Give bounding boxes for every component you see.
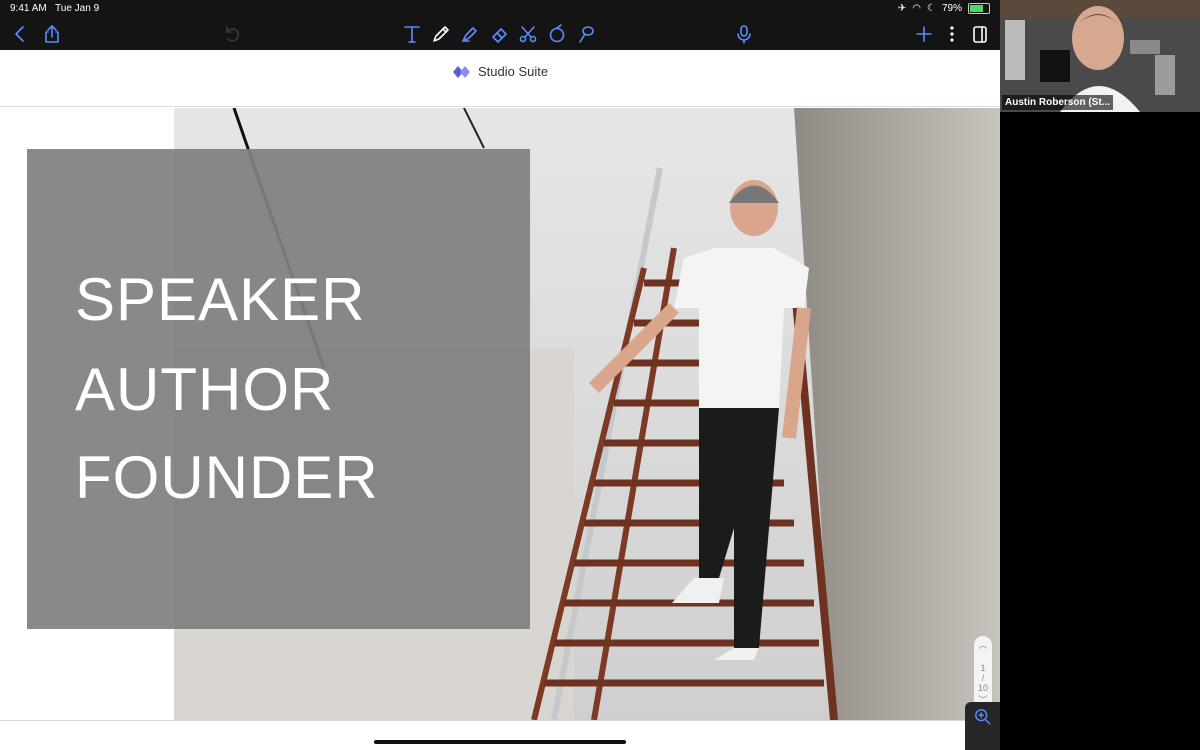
title-line-speaker: SPEAKER bbox=[75, 266, 366, 333]
studio-suite-logo-icon bbox=[453, 65, 470, 78]
brand: Studio Suite bbox=[452, 64, 548, 79]
toolbar bbox=[0, 18, 1000, 50]
more-icon bbox=[950, 26, 954, 42]
status-time: 9:41 AM bbox=[10, 3, 47, 14]
participant-video[interactable]: Austin Roberson (St... bbox=[1000, 0, 1200, 112]
slide[interactable]: SPEAKER AUTHOR FOUNDER bbox=[0, 108, 1000, 721]
share-button[interactable] bbox=[40, 22, 64, 46]
title-line-author: AUTHOR bbox=[75, 356, 335, 423]
page-up-icon[interactable]: ︿ bbox=[974, 638, 992, 651]
shapes-button[interactable] bbox=[545, 22, 569, 46]
battery-icon bbox=[968, 3, 990, 14]
highlighter-icon bbox=[462, 27, 477, 42]
pen-tool-button[interactable] bbox=[429, 22, 453, 46]
brand-name: Studio Suite bbox=[478, 64, 549, 79]
airplane-icon: ✈ bbox=[897, 3, 907, 14]
shapes-icon bbox=[549, 24, 565, 43]
eraser-icon bbox=[492, 28, 507, 43]
title-line-founder: FOUNDER bbox=[75, 444, 379, 511]
status-date: Tue Jan 9 bbox=[55, 3, 100, 14]
battery-percent: 79% bbox=[941, 3, 962, 14]
highlighter-button[interactable] bbox=[458, 22, 482, 46]
document-header: Studio Suite bbox=[0, 50, 1000, 107]
text-tool-button[interactable] bbox=[400, 22, 424, 46]
zoom-button[interactable] bbox=[965, 702, 1000, 750]
microphone-button[interactable] bbox=[732, 22, 756, 46]
status-bar: 9:41 AM Tue Jan 9 ✈ ◠ ☾ 79% bbox=[0, 0, 1000, 18]
share-icon bbox=[45, 25, 59, 43]
scissors-button[interactable] bbox=[516, 22, 540, 46]
back-icon bbox=[15, 26, 24, 42]
wifi-icon: ◠ bbox=[912, 3, 922, 14]
text-tool-icon bbox=[404, 26, 420, 43]
zoom-in-icon bbox=[974, 709, 991, 725]
title-overlay: SPEAKER AUTHOR FOUNDER bbox=[27, 149, 530, 629]
back-button[interactable] bbox=[8, 22, 32, 46]
page-total: 10 bbox=[977, 683, 988, 693]
add-button[interactable] bbox=[912, 22, 936, 46]
home-indicator[interactable] bbox=[374, 740, 626, 744]
page-current: 1 bbox=[980, 663, 986, 673]
undo-button[interactable] bbox=[220, 22, 244, 46]
moon-icon: ☾ bbox=[927, 3, 936, 14]
add-icon bbox=[916, 26, 932, 42]
document-canvas[interactable]: Studio Suite SPEAKER AUTHOR FOUNDER ︿ 1 … bbox=[0, 50, 1000, 750]
pages-icon bbox=[973, 26, 987, 43]
participant-name: Austin Roberson (St... bbox=[1002, 95, 1113, 110]
scissors-icon bbox=[519, 26, 537, 43]
pen-icon bbox=[433, 26, 449, 42]
pages-button[interactable] bbox=[968, 22, 992, 46]
microphone-icon bbox=[737, 25, 751, 44]
undo-icon bbox=[226, 26, 240, 42]
eraser-button[interactable] bbox=[487, 22, 511, 46]
lasso-icon bbox=[579, 26, 594, 43]
lasso-button[interactable] bbox=[574, 22, 598, 46]
page-separator: / bbox=[981, 673, 985, 683]
more-button[interactable] bbox=[940, 22, 964, 46]
